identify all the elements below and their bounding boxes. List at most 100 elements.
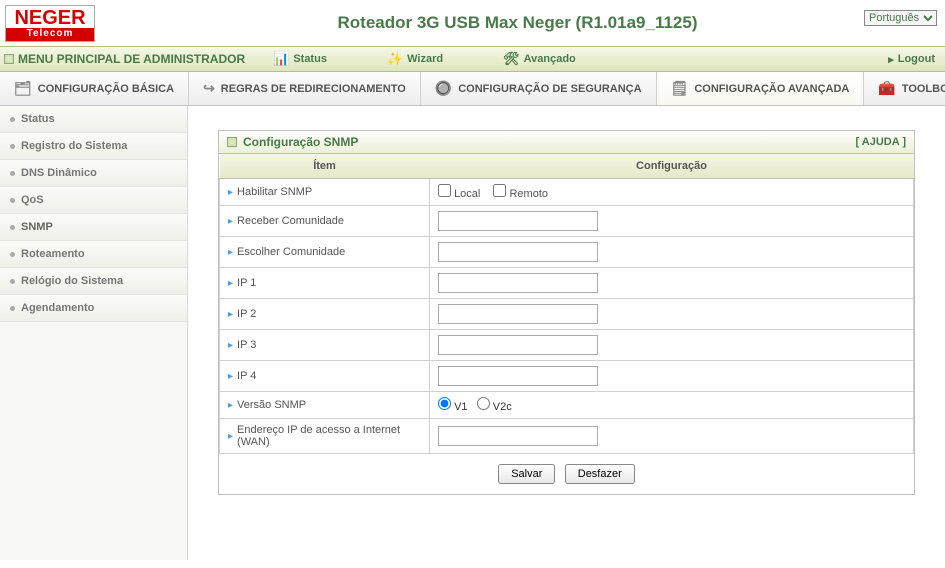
label-text: IP 3 [237,339,256,351]
table-row: ▸ IP 1 [220,268,914,299]
security-icon: 🔘 [435,80,452,97]
sidebar-item-qos[interactable]: QoS [0,187,187,214]
tab-toolbox[interactable]: 🧰 TOOLBOX [864,72,945,105]
table-row: ▸IP 3 [220,330,914,361]
status-icon: 📊 [273,51,289,67]
row-label-enable-snmp: ▸Habilitar SNMP [228,186,421,198]
ip1-input[interactable] [438,273,598,293]
tab-basic-label: CONFIGURAÇÃO BÁSICA [38,83,174,95]
triangle-icon: ▸ [228,247,233,258]
main-menu-text: MENU PRINCIPAL DE ADMINISTRADOR [18,52,245,66]
row-label-snmp-version: ▸ Versão SNMP [228,399,421,411]
bullet-icon [10,117,15,122]
logo-top: NEGER [6,6,94,28]
row-label-wan-ip: ▸Endereço IP de acesso a Internet (WAN) [228,424,421,448]
menu-status[interactable]: 📊 Status [273,51,327,67]
menu-advanced-label: Avançado [524,53,576,65]
ip2-input[interactable] [438,304,598,324]
v2c-radio-label[interactable]: V2c [477,401,512,413]
sidebar-item-routing[interactable]: Roteamento [0,241,187,268]
language-selector[interactable]: Português [864,10,937,26]
save-button[interactable]: Salvar [498,464,555,484]
col-config-header: Configuração [430,154,914,179]
sidebar-item-snmp[interactable]: SNMP [0,214,187,241]
sidebar-item-schedule[interactable]: Agendamento [0,295,187,322]
logout-link[interactable]: ▸ Logout [888,53,935,66]
recv-community-input[interactable] [438,211,598,231]
col-item-header: Ítem [220,154,430,179]
redirect-icon: ↪ [203,80,215,97]
bullet-icon [10,252,15,257]
label-text: Versão SNMP [237,399,306,411]
row-label-choose-community: ▸ Escolher Comunidade [228,246,421,258]
sidebar-item-ddns[interactable]: DNS Dinâmico [0,160,187,187]
local-checkbox-label[interactable]: Local [438,188,480,200]
sidebar-item-clock[interactable]: Relógio do Sistema [0,268,187,295]
panel-header: Configuração SNMP [ AJUDA ] [219,131,914,154]
table-row: ▸ Versão SNMP V1 V2c [220,392,914,419]
v1-radio[interactable] [438,397,451,410]
label-text: Endereço IP de acesso a Internet (WAN) [237,424,421,448]
label-text: IP 2 [237,308,256,320]
bullet-icon [10,144,15,149]
main-menu-label[interactable]: MENU PRINCIPAL DE ADMINISTRADOR [4,52,245,66]
tab-toolbox-label: TOOLBOX [902,83,945,95]
undo-button[interactable]: Desfazer [565,464,635,484]
advanced-config-icon: 🗒 [671,80,689,97]
panel-icon [227,137,237,147]
language-select[interactable]: Português [864,10,937,26]
remote-checkbox-label[interactable]: Remoto [493,188,548,200]
label-text: Escolher Comunidade [237,246,345,258]
label-text: IP 4 [237,370,256,382]
row-label-ip4: ▸IP 4 [228,370,421,382]
tab-security-label: CONFIGURAÇÃO DE SEGURANÇA [458,83,641,95]
v1-text: V1 [454,401,467,413]
table-row: ▸Endereço IP de acesso a Internet (WAN) [220,419,914,454]
tab-security-config[interactable]: 🔘 CONFIGURAÇÃO DE SEGURANÇA [421,72,657,105]
remote-checkbox[interactable] [493,184,506,197]
label-text: IP 1 [237,277,256,289]
logout-label: Logout [898,53,935,65]
ip3-input[interactable] [438,335,598,355]
tab-redirect-label: REGRAS DE REDIRECIONAMENTO [221,83,406,95]
wan-ip-input[interactable] [438,426,598,446]
tabbar: 🗂 CONFIGURAÇÃO BÁSICA ↪ REGRAS DE REDIRE… [0,72,945,106]
menu-advanced[interactable]: 🛠 Avançado [503,51,576,67]
triangle-icon: ▸ [228,216,233,227]
sidebar-item-label: Relógio do Sistema [21,275,123,287]
logo: NEGER Telecom [5,5,95,42]
panel-title: Configuração SNMP [243,135,358,149]
v2c-radio[interactable] [477,397,490,410]
triangle-icon: ▸ [228,278,233,289]
bullet-icon [10,198,15,203]
advanced-icon: 🛠 [503,51,520,67]
logout-arrow-icon: ▸ [888,53,894,66]
sidebar-item-label: SNMP [21,221,53,233]
help-link[interactable]: [ AJUDA ] [855,136,906,148]
menu-wizard[interactable]: ✨ Wizard [387,51,443,67]
bullet-icon [10,306,15,311]
choose-community-input[interactable] [438,242,598,262]
button-row: Salvar Desfazer [219,454,914,494]
basic-config-icon: 🗂 [14,80,32,97]
sidebar-item-status[interactable]: Status [0,106,187,133]
local-checkbox[interactable] [438,184,451,197]
tab-basic-config[interactable]: 🗂 CONFIGURAÇÃO BÁSICA [0,72,189,105]
bullet-icon [10,171,15,176]
tab-redirect-rules[interactable]: ↪ REGRAS DE REDIRECIONAMENTO [189,72,421,105]
header-bar: NEGER Telecom Roteador 3G USB Max Neger … [0,0,945,46]
bullet-icon [10,279,15,284]
toolbox-icon: 🧰 [878,80,895,97]
triangle-icon: ▸ [228,400,233,411]
sidebar-item-label: Status [21,113,55,125]
bullet-icon [10,225,15,230]
sidebar-item-syslog[interactable]: Registro do Sistema [0,133,187,160]
wizard-icon: ✨ [387,51,403,67]
table-row: ▸IP 2 [220,299,914,330]
tab-advanced-config[interactable]: 🗒 CONFIGURAÇÃO AVANÇADA [657,72,865,105]
table-row: ▸Habilitar SNMP Local Remoto [220,179,914,206]
v1-radio-label[interactable]: V1 [438,401,468,413]
tab-advanced-label: CONFIGURAÇÃO AVANÇADA [694,83,849,95]
ip4-input[interactable] [438,366,598,386]
config-table: Ítem Configuração ▸Habilitar SNMP Local … [219,154,914,454]
